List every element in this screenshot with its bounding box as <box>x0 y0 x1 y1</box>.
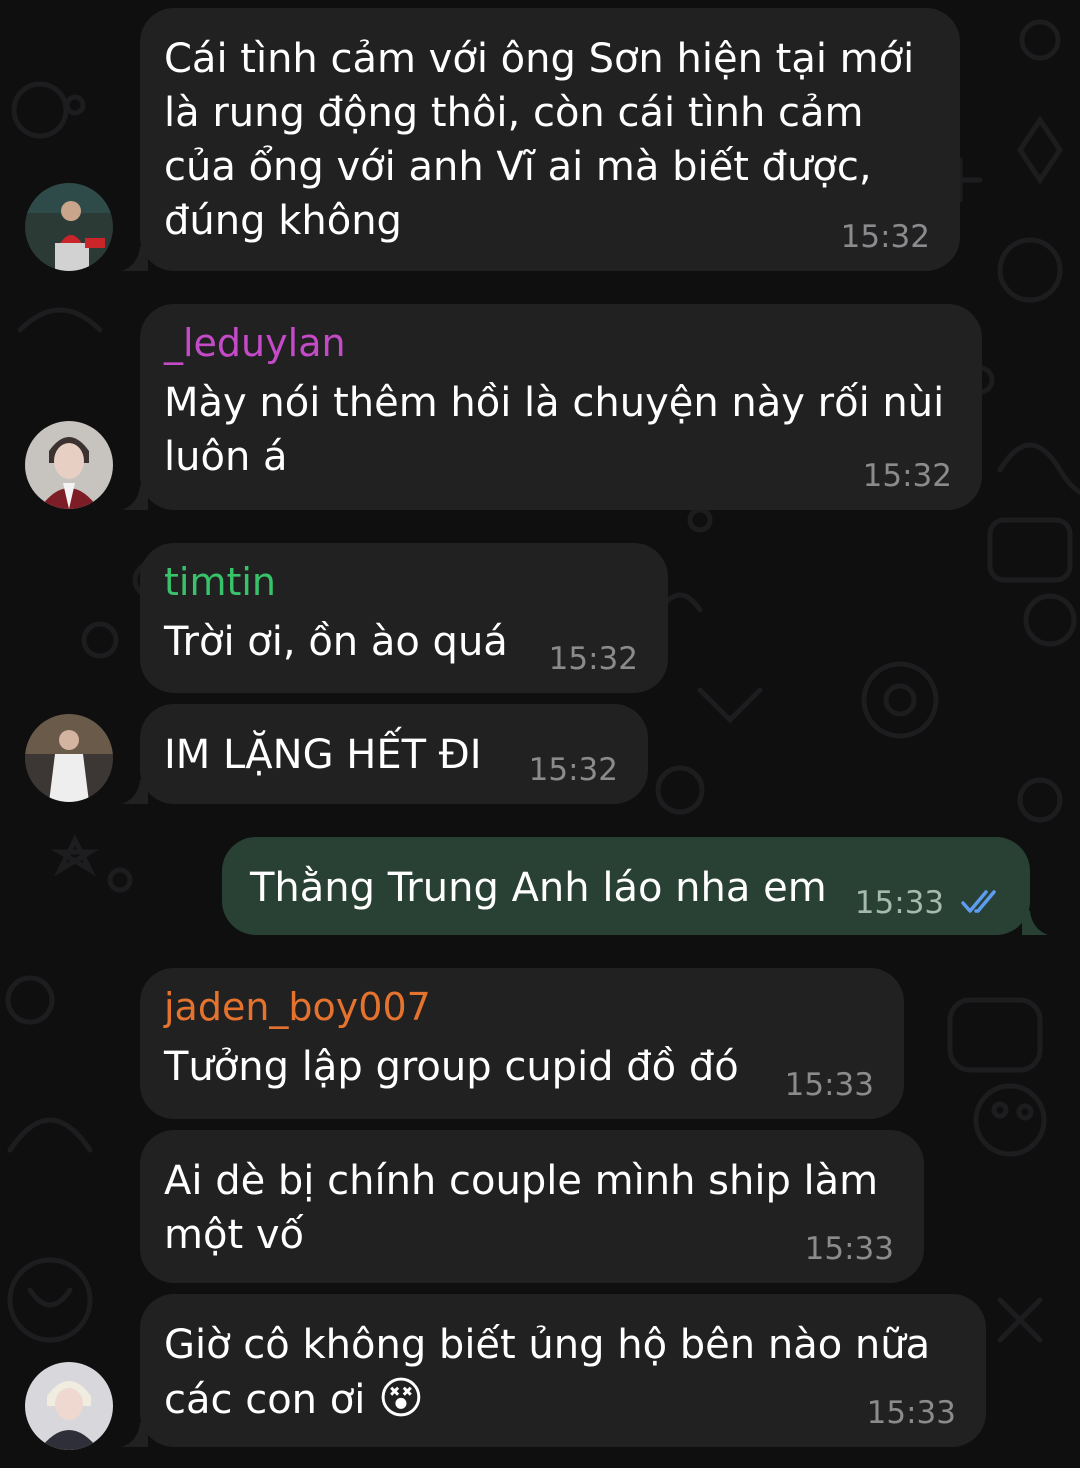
avatar[interactable] <box>25 183 113 271</box>
sender-name[interactable]: jaden_boy007 <box>164 982 876 1032</box>
message-time: 15:33 <box>804 1231 894 1267</box>
message-time: 15:33 <box>784 1067 874 1103</box>
message-bubble[interactable]: Giờ cô không biết ủng hộ bên nào nữa các… <box>122 1294 986 1447</box>
sender-name[interactable]: _leduylan <box>164 318 954 368</box>
bubble-tail <box>122 1417 148 1447</box>
message-bubble[interactable]: _leduylan Mày nói thêm hồi là chuyện này… <box>122 304 982 510</box>
message-bubble[interactable]: Ai dè bị chính couple mình ship làm một … <box>140 1130 924 1283</box>
bubble-tail <box>1022 905 1048 935</box>
message-text: Cái tình cảm với ông Sơn hiện tại mới là… <box>164 36 915 244</box>
message-time: 15:33 <box>855 885 1004 921</box>
message-text: Giờ cô không biết ủng hộ bên nào nữa các… <box>164 1318 958 1427</box>
message-time: 15:33 <box>866 1395 956 1431</box>
outgoing-message-bubble[interactable]: Thằng Trung Anh láo nha em 15:33 <box>222 837 1048 935</box>
message-bubble[interactable]: jaden_boy007 Tưởng lập group cupid đồ đó… <box>140 968 904 1119</box>
message-text: Ai dè bị chính couple mình ship làm một … <box>164 1158 879 1258</box>
avatar[interactable] <box>25 421 113 509</box>
message-text: Mày nói thêm hồi là chuyện này rối nùi l… <box>164 380 945 480</box>
double-check-icon <box>961 890 996 913</box>
bubble-tail <box>122 774 148 804</box>
sender-name[interactable]: timtin <box>164 557 640 607</box>
avatar[interactable] <box>25 1362 113 1450</box>
bubble-tail <box>122 241 148 271</box>
message-time: 15:32 <box>840 219 930 255</box>
message-time: 15:32 <box>862 458 952 494</box>
message-text-body: Giờ cô không biết ủng hộ bên nào nữa các… <box>164 1322 931 1423</box>
message-time: 15:32 <box>548 641 638 677</box>
bubble-tail <box>122 480 148 510</box>
message-bubble[interactable]: timtin Trời ơi, ồn ào quá 15:32 <box>140 543 668 693</box>
message-time-text: 15:33 <box>854 885 945 921</box>
message-time: 15:32 <box>528 752 618 788</box>
message-text: Tưởng lập group cupid đồ đó <box>164 1044 739 1090</box>
dizzy-face-emoji: 😵 <box>378 1373 424 1424</box>
avatar[interactable] <box>25 714 113 802</box>
message-bubble[interactable]: Cái tình cảm với ông Sơn hiện tại mới là… <box>122 8 960 271</box>
message-bubble[interactable]: IM LẶNG HẾT ĐI 15:32 <box>122 704 648 804</box>
